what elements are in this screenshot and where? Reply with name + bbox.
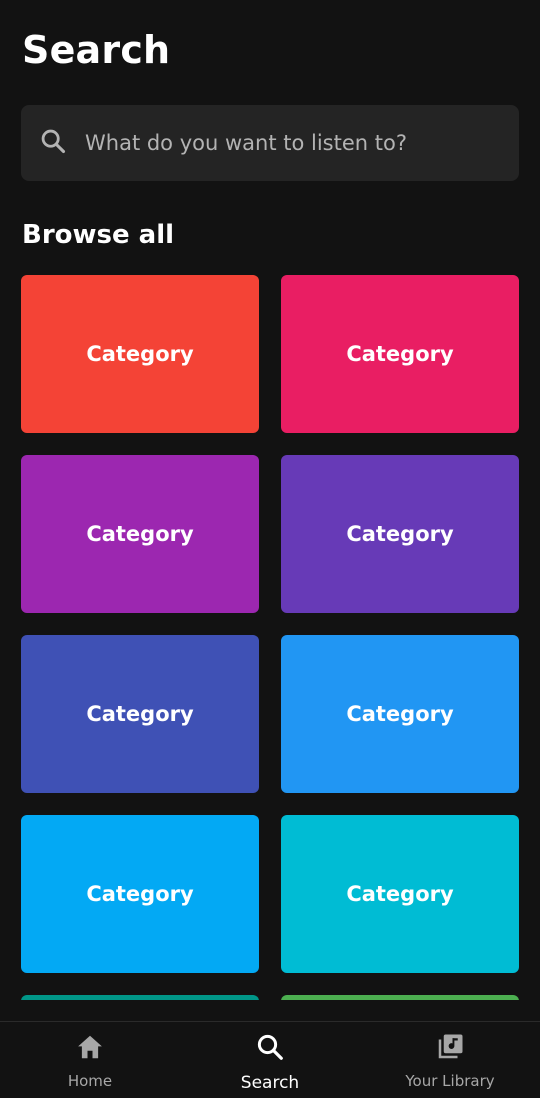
- category-tile[interactable]: Category: [281, 635, 519, 793]
- nav-search-label: Search: [240, 1073, 300, 1093]
- category-tile[interactable]: Category: [21, 455, 259, 613]
- category-grid: Category Category Category Category Cate…: [21, 275, 519, 1003]
- search-icon: [255, 1032, 285, 1073]
- nav-library[interactable]: Your Library: [360, 1022, 540, 1098]
- page-title: Search: [22, 28, 171, 72]
- category-tile[interactable]: Category: [21, 275, 259, 433]
- scroll-fade: [0, 1000, 540, 1022]
- nav-home[interactable]: Home: [0, 1022, 180, 1098]
- nav-library-label: Your Library: [405, 1072, 495, 1090]
- library-icon: [435, 1032, 465, 1072]
- nav-search[interactable]: Search: [180, 1022, 360, 1098]
- home-icon: [75, 1032, 105, 1072]
- browse-all-heading: Browse all: [22, 220, 175, 250]
- nav-home-label: Home: [67, 1072, 113, 1090]
- search-icon: [39, 127, 67, 159]
- search-input[interactable]: [85, 123, 519, 163]
- category-tile[interactable]: Category: [281, 275, 519, 433]
- category-tile[interactable]: Category: [281, 455, 519, 613]
- search-bar[interactable]: [21, 105, 519, 181]
- category-tile[interactable]: Category: [21, 815, 259, 973]
- category-tile[interactable]: Category: [281, 815, 519, 973]
- category-tile[interactable]: Category: [21, 635, 259, 793]
- bottom-navigation: Home Search Your Library: [0, 1021, 540, 1098]
